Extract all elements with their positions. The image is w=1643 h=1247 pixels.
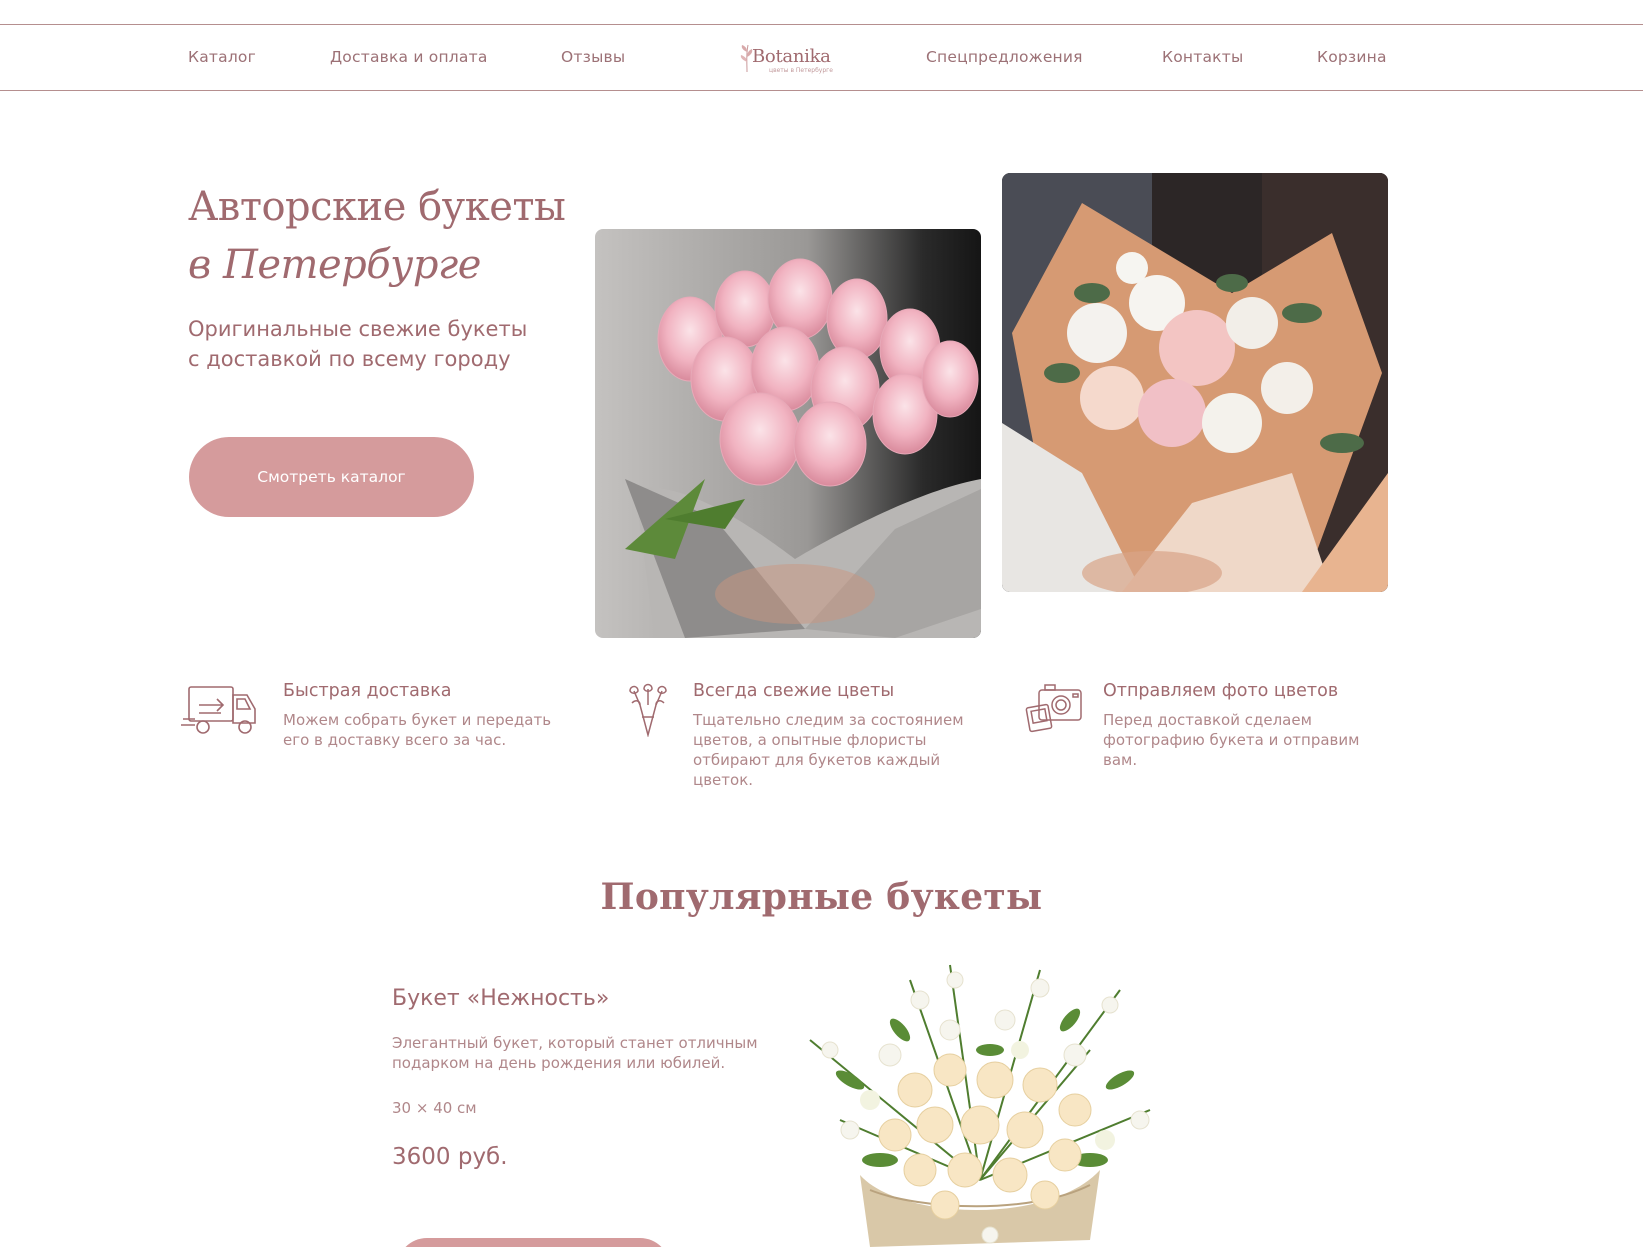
header-top-rule <box>0 24 1643 25</box>
hero-title-line2: в Петербурге <box>188 242 481 288</box>
hero-subtitle-line2: с доставкой по всему городу <box>188 347 511 371</box>
view-catalog-button[interactable]: Смотреть каталог <box>189 437 474 517</box>
product-description: Элегантный букет, который станет отличны… <box>392 1033 758 1073</box>
product-price: 3600 руб. <box>392 1144 508 1170</box>
feature-text-line: отбирают для букетов каждый <box>693 751 941 769</box>
hero-title-line1: Авторские букеты <box>188 184 566 230</box>
popular-section-title: Популярные букеты <box>600 876 1043 918</box>
product-bouquet-image[interactable] <box>790 960 1170 1247</box>
logo-name: Botanika <box>752 46 831 67</box>
nav-offers[interactable]: Спецпредложения <box>926 48 1083 66</box>
tulip-bouquet-photo <box>595 229 981 638</box>
product-order-button[interactable] <box>397 1238 670 1247</box>
product-size: 30 × 40 см <box>392 1099 477 1117</box>
product-desc-line1: Элегантный букет, который станет отличны… <box>392 1034 758 1052</box>
camera-photo-icon <box>1025 684 1082 733</box>
logo[interactable]: Botanika цветы в Петербурге <box>738 42 842 76</box>
nav-cart[interactable]: Корзина <box>1317 48 1387 66</box>
feature-title-fresh: Всегда свежие цветы <box>693 681 895 701</box>
feature-text-fresh: Тщательно следим за состоянием цветов, а… <box>693 710 964 790</box>
feature-text-line: его в доставку всего за час. <box>283 731 507 749</box>
nav-delivery[interactable]: Доставка и оплата <box>330 48 488 66</box>
feature-text-line: цветок. <box>693 771 754 789</box>
feature-text-line: Перед доставкой сделаем <box>1103 711 1312 729</box>
feature-text-line: цветов, а опытные флористы <box>693 731 927 749</box>
product-name[interactable]: Букет «Нежность» <box>392 986 609 1011</box>
feature-text-line: вам. <box>1103 751 1138 769</box>
hero-subtitle-line1: Оригинальные свежие букеты <box>188 317 528 341</box>
feature-title-delivery: Быстрая доставка <box>283 681 452 701</box>
hero-title: Авторские букеты в Петербурге <box>188 178 588 294</box>
feature-text-delivery: Можем собрать букет и передать его в дос… <box>283 710 551 750</box>
nav-catalog[interactable]: Каталог <box>188 48 256 66</box>
feature-text-line: Можем собрать букет и передать <box>283 711 552 729</box>
nav-reviews[interactable]: Отзывы <box>561 48 625 66</box>
header-bottom-rule <box>0 90 1643 91</box>
delivery-truck-icon <box>181 686 256 734</box>
bouquet-icon <box>629 683 667 737</box>
hero-subtitle: Оригинальные свежие букеты с доставкой п… <box>188 314 588 374</box>
nav-contacts[interactable]: Контакты <box>1162 48 1243 66</box>
logo-tagline: цветы в Петербурге <box>769 67 833 74</box>
feature-text-photo: Перед доставкой сделаем фотографию букет… <box>1103 710 1359 770</box>
feature-text-line: фотографию букета и отправим <box>1103 731 1360 749</box>
feature-text-line: Тщательно следим за состоянием <box>693 711 964 729</box>
feature-title-photo: Отправляем фото цветов <box>1103 681 1339 701</box>
product-desc-line2: подарком на день рождения или юбилей. <box>392 1054 726 1072</box>
rose-bouquet-photo <box>1002 173 1388 592</box>
